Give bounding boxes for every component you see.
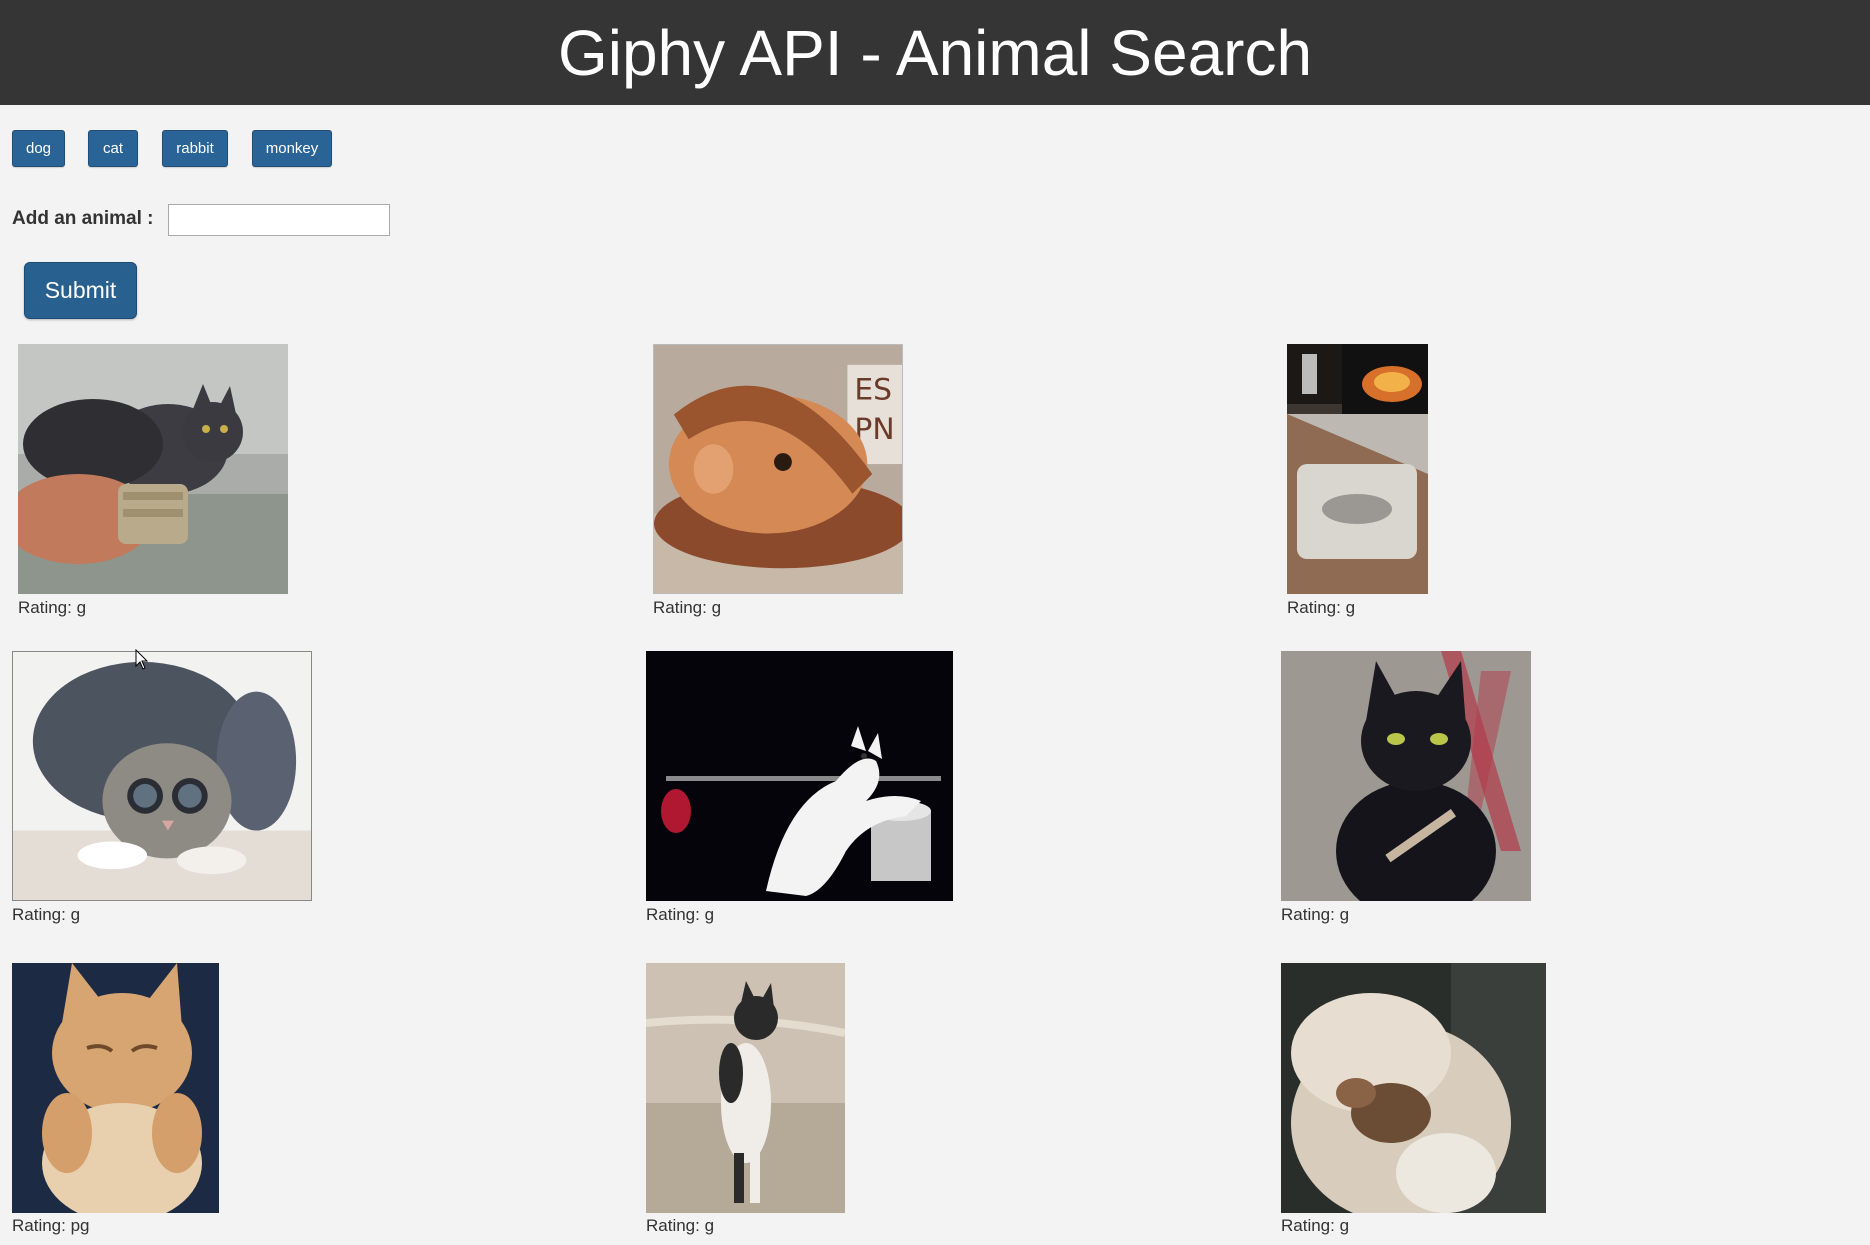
gif-standing-cat[interactable] xyxy=(646,963,845,1213)
page-header: Giphy API - Animal Search xyxy=(0,0,1870,105)
animal-button-rabbit[interactable]: rabbit xyxy=(162,130,228,167)
animal-input[interactable] xyxy=(168,204,390,236)
gif-rating: Rating: g xyxy=(1281,1216,1350,1235)
add-animal-label: Add an animal : xyxy=(12,208,154,229)
gif-cat-by-fireplace[interactable] xyxy=(1287,344,1428,594)
gif-rating: Rating: g xyxy=(1281,905,1350,924)
mouse-cursor-icon xyxy=(135,649,149,670)
gif-crouching-kitten[interactable] xyxy=(12,651,312,901)
gif-black-cat-nail-file[interactable] xyxy=(1281,651,1531,901)
gif-rating: Rating: pg xyxy=(12,1216,90,1235)
submit-button[interactable]: Submit xyxy=(24,262,137,319)
animal-button-cat[interactable]: cat xyxy=(88,130,138,167)
gif-cat-in-sandal[interactable]: ES PN xyxy=(653,344,903,594)
svg-text:ES: ES xyxy=(854,373,892,408)
gif-fluffy-cat-shaking[interactable] xyxy=(1281,963,1546,1213)
gif-rating: Rating: g xyxy=(646,1216,715,1235)
gif-rating: Rating: g xyxy=(1287,598,1356,617)
animal-button-dog[interactable]: dog xyxy=(12,130,65,167)
gif-kitten-money[interactable] xyxy=(18,344,288,594)
animal-button-monkey[interactable]: monkey xyxy=(252,130,332,167)
page-title: Giphy API - Animal Search xyxy=(557,16,1313,89)
gif-rating: Rating: g xyxy=(18,598,87,617)
gif-rating: Rating: g xyxy=(12,905,81,924)
gif-rating: Rating: g xyxy=(646,905,715,924)
gif-cat-at-bar[interactable] xyxy=(646,651,953,901)
gif-rating: Rating: g xyxy=(653,598,722,617)
gif-stretching-kitten[interactable] xyxy=(12,963,219,1213)
